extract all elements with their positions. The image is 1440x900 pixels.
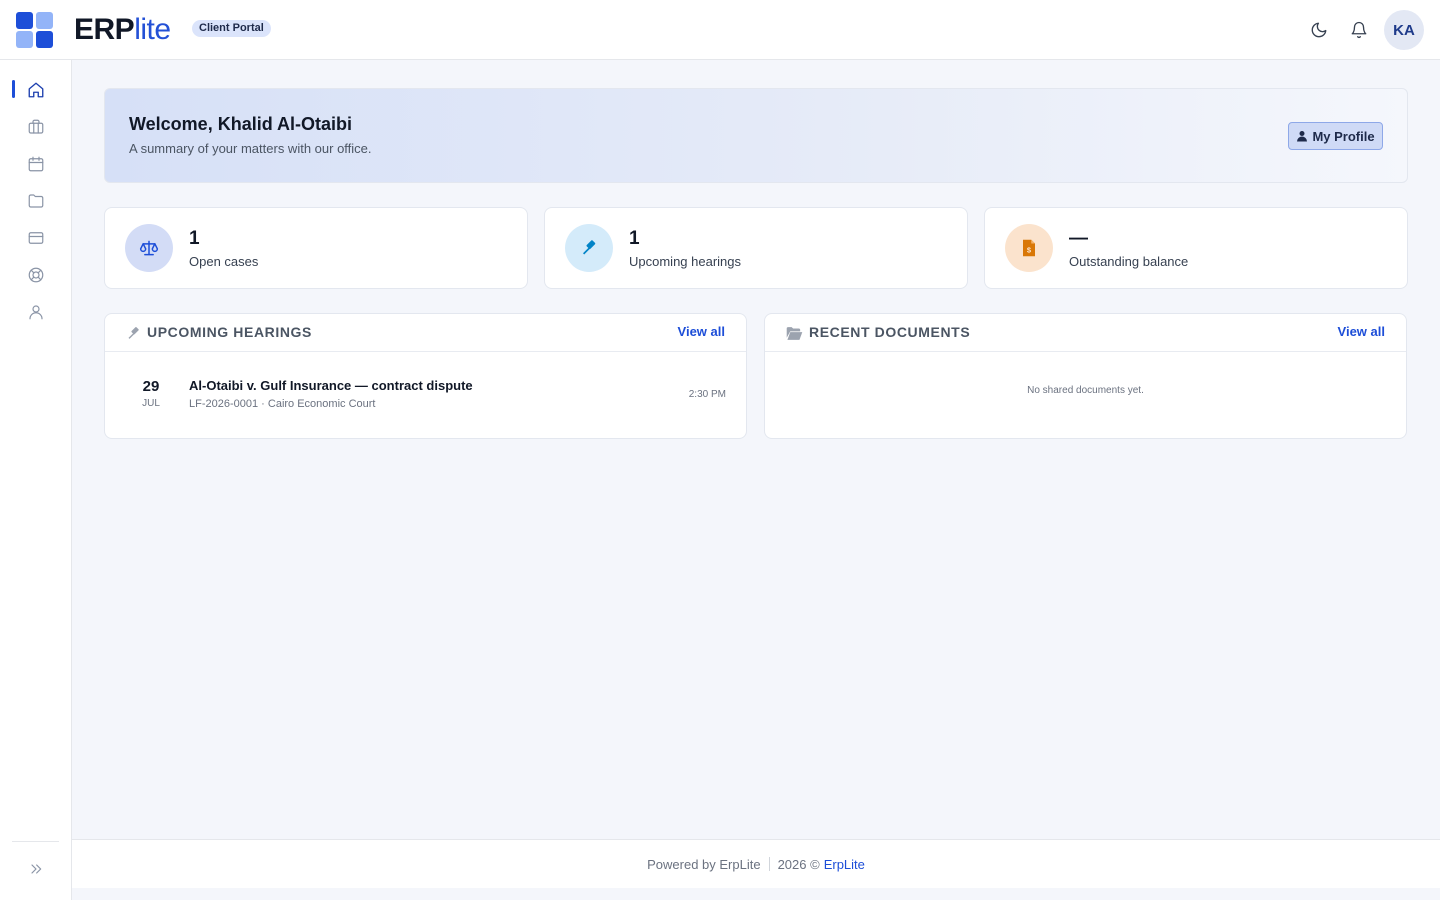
documents-empty-text: No shared documents yet. bbox=[1027, 385, 1144, 396]
user-solid-icon bbox=[1297, 131, 1308, 142]
brand-prefix: ERP bbox=[74, 13, 135, 46]
stat-value: 1 bbox=[189, 228, 200, 249]
sidebar-expand-button[interactable] bbox=[24, 857, 48, 881]
stat-card-upcoming-hearings[interactable]: 1 Upcoming hearings bbox=[544, 207, 968, 289]
stat-card-outstanding-balance[interactable]: $ — Outstanding balance bbox=[984, 207, 1408, 289]
hearing-month: JUL bbox=[142, 398, 160, 409]
moon-icon[interactable] bbox=[1307, 18, 1331, 42]
brand-suffix: lite bbox=[134, 13, 171, 46]
sidebar bbox=[0, 60, 72, 900]
panel-header: RECENT DOCUMENTS View all bbox=[765, 314, 1406, 352]
top-header: ERPlite Client Portal KA bbox=[0, 0, 1440, 60]
my-profile-button[interactable]: My Profile bbox=[1288, 122, 1383, 150]
chevrons-right-icon bbox=[31, 864, 42, 874]
hearing-meta: LF-2026-0001 · Cairo Economic Court bbox=[189, 398, 376, 410]
sidebar-item-cases[interactable] bbox=[22, 113, 50, 141]
user-avatar[interactable]: KA bbox=[1384, 10, 1424, 50]
footer-erplite-link[interactable]: ErpLite bbox=[824, 857, 865, 872]
sidebar-item-hearings[interactable] bbox=[22, 150, 50, 178]
stat-card-open-cases[interactable]: 1 Open cases bbox=[104, 207, 528, 289]
stat-icon-circle bbox=[565, 224, 613, 272]
sidebar-divider bbox=[12, 841, 59, 842]
footer-powered-by: Powered by ErpLite bbox=[647, 856, 761, 872]
sidebar-item-support[interactable] bbox=[22, 261, 50, 289]
welcome-title: Welcome, Khalid Al-Otaibi bbox=[129, 114, 353, 134]
gavel-icon bbox=[583, 240, 596, 255]
stat-icon-circle: $ bbox=[1005, 224, 1053, 272]
lifebuoy-icon bbox=[28, 267, 44, 283]
hearings-view-all-link[interactable]: View all bbox=[678, 324, 725, 339]
sidebar-item-profile[interactable] bbox=[22, 298, 50, 326]
hearing-title: Al-Otaibi v. Gulf Insurance — contract d… bbox=[189, 378, 473, 393]
scales-icon bbox=[139, 240, 159, 256]
welcome-banner: Welcome, Khalid Al-Otaibi A summary of y… bbox=[104, 88, 1408, 183]
stat-icon-circle bbox=[125, 224, 173, 272]
credit-card-icon bbox=[28, 232, 44, 244]
recent-documents-panel: RECENT DOCUMENTS View all No shared docu… bbox=[764, 313, 1407, 439]
my-profile-label: My Profile bbox=[1312, 128, 1375, 144]
invoice-icon: $ bbox=[1023, 239, 1035, 257]
panel-title: UPCOMING HEARINGS bbox=[147, 324, 312, 340]
active-indicator bbox=[12, 80, 15, 98]
stat-label: Outstanding balance bbox=[1069, 254, 1189, 269]
sidebar-item-documents[interactable] bbox=[22, 187, 50, 215]
welcome-subtitle: A summary of your matters with our offic… bbox=[129, 141, 372, 156]
panel-header: UPCOMING HEARINGS View all bbox=[105, 314, 746, 352]
footer-copyright: 2026 © bbox=[777, 856, 820, 872]
stat-value: 1 bbox=[629, 228, 640, 249]
sidebar-item-home[interactable] bbox=[22, 76, 50, 104]
bell-icon[interactable] bbox=[1347, 18, 1371, 42]
documents-view-all-link[interactable]: View all bbox=[1338, 324, 1385, 339]
upcoming-hearings-panel: UPCOMING HEARINGS View all 29 JUL Al-Ota… bbox=[104, 313, 747, 439]
brand-wordmark[interactable]: ERPlite bbox=[74, 13, 171, 47]
user-icon bbox=[29, 305, 43, 320]
home-icon bbox=[28, 82, 44, 98]
folder-icon bbox=[28, 194, 44, 208]
logo-icon[interactable] bbox=[16, 12, 53, 48]
footer-separator bbox=[768, 857, 770, 871]
stat-value: — bbox=[1069, 228, 1088, 249]
folder-open-icon bbox=[785, 324, 803, 342]
stat-label: Open cases bbox=[189, 254, 259, 269]
stat-label: Upcoming hearings bbox=[629, 254, 742, 269]
hearing-time: 2:30 PM bbox=[688, 389, 726, 400]
hearing-day: 29 bbox=[142, 378, 160, 395]
calendar-icon bbox=[28, 156, 44, 172]
sidebar-item-billing[interactable] bbox=[22, 224, 50, 252]
portal-badge: Client Portal bbox=[192, 20, 271, 37]
footer: Powered by ErpLite 2026 © ErpLite bbox=[72, 839, 1440, 888]
gavel-icon bbox=[124, 324, 142, 342]
panel-title: RECENT DOCUMENTS bbox=[809, 324, 971, 340]
briefcase-icon bbox=[28, 119, 44, 134]
